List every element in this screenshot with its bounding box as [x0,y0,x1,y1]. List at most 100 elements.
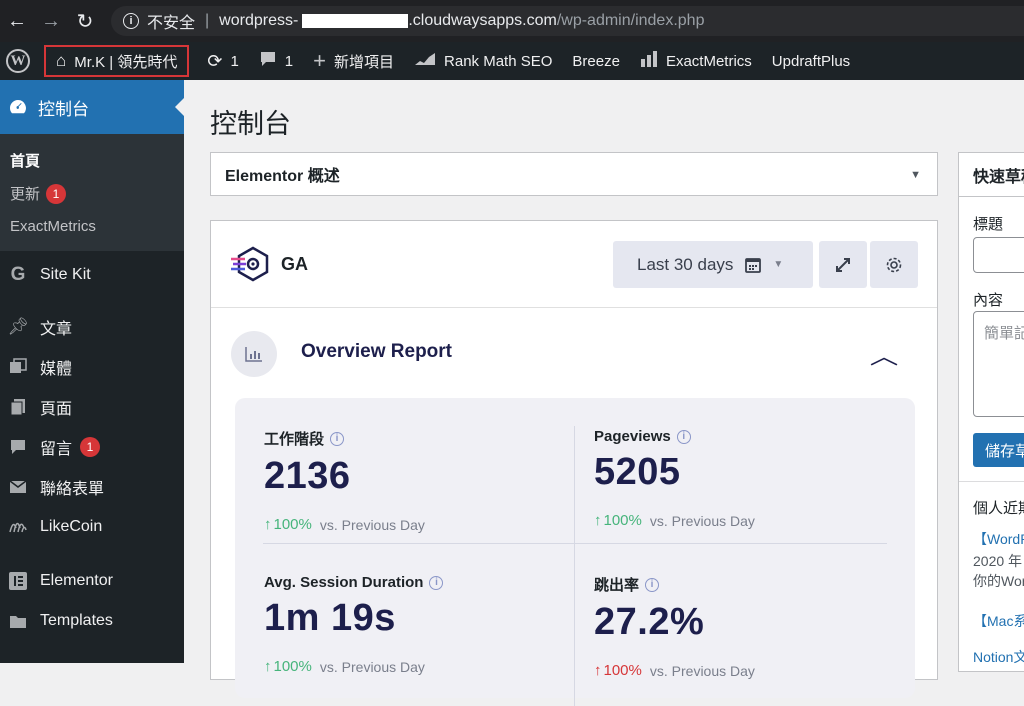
wp-logo-menu[interactable]: W [0,42,40,80]
security-label: 不安全 [147,15,196,32]
address-bar[interactable]: i 不安全 | wordpress- .cloudwaysapps.com /w… [111,6,1024,36]
exactmetrics-menu[interactable]: ExactMetrics [630,42,762,80]
settings-button[interactable] [870,241,918,288]
elementor-icon [8,571,28,591]
pushpin-icon: 📌︎ [7,317,29,336]
site-name-menu[interactable]: ⌂ Mr.K | 領先時代 [44,45,190,77]
fullscreen-button[interactable] [819,241,867,288]
draft-link[interactable]: Notion文 [973,647,1024,667]
sidebar-item-label: 控制台 [38,99,89,119]
updates-menu[interactable]: ⟳ 1 [197,42,248,80]
submenu-exactmetrics[interactable]: ExactMetrics [0,210,184,243]
refresh-icon: ⟳ [207,50,223,71]
info-icon[interactable]: i [123,13,139,29]
sidebar-item-label: Templates [40,612,113,629]
url-path: /wp-admin/index.php [556,12,705,29]
sidebar-item-label: LikeCoin [40,518,103,535]
widget-divider [959,481,1024,482]
comment-bubble-icon [8,437,28,457]
overview-report-title: Overview Report [301,341,452,362]
stat-label-row: 工作階段 i [264,428,576,449]
site-name-label: Mr.K | 領先時代 [74,53,178,71]
arrow-up-icon: ↑ [594,512,602,529]
sidebar-item-templates[interactable]: Templates [0,601,184,641]
sidebar-item-label: Elementor [40,572,113,589]
stat-change-value: 100% [273,658,312,675]
stat-label: Pageviews [594,428,671,445]
stat-value: 2136 [264,455,351,497]
date-range-button[interactable]: Last 30 days ▼ [613,241,813,288]
submenu-updates[interactable]: 更新 1 [0,177,184,210]
stat-value: 1m 19s [264,597,396,639]
plus-icon: + [313,48,326,73]
stat-value: 5205 [594,451,681,493]
draft-link[interactable]: 【WordPress [973,529,1024,549]
sidebar-item-sitekit[interactable]: G Site Kit [0,255,184,295]
breeze-menu[interactable]: Breeze [562,42,630,80]
new-content-menu[interactable]: + 新增項目 [303,42,404,80]
calendar-icon [745,257,762,273]
sidebar-item-comments[interactable]: 留言 1 [0,427,184,467]
forward-arrow-icon[interactable]: → [34,4,68,38]
stat-label: 工作階段 [264,431,325,448]
info-icon[interactable]: i [429,575,444,590]
sidebar-item-posts[interactable]: 📌︎ 文章 [0,307,184,347]
info-icon[interactable]: i [676,429,691,444]
stat-compare-label: vs. Previous Day [649,512,755,529]
sidebar-item-label: Site Kit [40,266,91,283]
sidebar-item-dashboard[interactable]: 控制台 [0,80,184,134]
stat-change-value: 100% [603,662,642,679]
caret-down-icon[interactable]: ▼ [910,169,921,181]
sidebar-item-label: 文章 [40,321,73,338]
draft-content-textarea[interactable]: 簡單記 [973,311,1024,417]
caret-down-icon: ▼ [773,259,784,270]
collapse-chevron-icon[interactable]: ︿ [870,339,899,371]
draft-title-label: 標題 [973,216,1004,233]
stat-label: 跳出率 [594,577,640,594]
folder-icon [8,611,28,631]
stat-label: Avg. Session Duration [264,574,424,591]
stat-avg-session-duration: Avg. Session Duration i 1m 19s ↑ 100% vs… [264,574,576,675]
stat-bounce-rate: 跳出率 i 27.2% ↑ 100% vs. Previous Day [594,574,906,679]
rankmath-menu[interactable]: Rank Math SEO [404,42,562,80]
updates-count: 1 [230,52,239,70]
sidebar-item-contact-form[interactable]: 聯絡表單 [0,467,184,507]
rankmath-icon [414,52,436,70]
page-title: 控制台 [210,109,291,139]
updraftplus-label: UpdraftPlus [771,52,851,70]
stat-change: ↑ 100% vs. Previous Day [594,512,906,529]
draft-content-label: 內容 [973,292,1004,309]
submenu-home[interactable]: 首頁 [0,144,184,177]
exactmetrics-logo-icon [231,246,269,282]
comments-menu[interactable]: 1 [249,42,303,80]
stats-divider-horizontal [263,543,887,544]
sidebar-item-elementor[interactable]: Elementor [0,561,184,601]
sidebar-item-label: 頁面 [40,401,73,418]
url-separator: | [205,12,210,29]
url-host-start: wordpress- [219,12,299,29]
quick-draft-title: 快速草稿 [959,153,1024,197]
reload-icon[interactable]: ↻ [68,4,102,38]
ga-widget-header: GA Last 30 days ▼ [211,221,937,308]
sidebar-item-likecoin[interactable]: LikeCoin [0,507,184,547]
envelope-icon [8,477,28,497]
submenu-updates-label: 更新 [10,186,41,203]
sidebar-item-pages[interactable]: 頁面 [0,387,184,427]
bar-chart-icon [640,50,658,72]
save-draft-button[interactable]: 儲存草稿 [973,433,1024,467]
draft-link[interactable]: 【Mac系統 [973,611,1024,631]
browser-toolbar: ← → ↻ i 不安全 | wordpress- .cloudwaysapps.… [0,0,1024,42]
info-icon[interactable]: i [330,431,345,446]
updates-badge: 1 [46,183,67,204]
stat-change: ↑ 100% vs. Previous Day [594,662,906,679]
back-arrow-icon[interactable]: ← [0,4,34,38]
draft-title-input[interactable] [973,237,1024,273]
ga-title: GA [281,253,308,274]
exactmetrics-label: ExactMetrics [665,52,752,70]
sidebar-item-media[interactable]: 媒體 [0,347,184,387]
elementor-overview-widget[interactable]: Elementor 概述 ▼ [210,152,938,196]
updraftplus-menu[interactable]: UpdraftPlus [762,42,860,80]
quick-draft-widget: 快速草稿 標題 內容 簡單記 儲存草稿 個人近期 【WordPress 2020… [958,152,1024,672]
sidebar-item-label: 留言 [40,441,73,458]
info-icon[interactable]: i [645,577,660,592]
